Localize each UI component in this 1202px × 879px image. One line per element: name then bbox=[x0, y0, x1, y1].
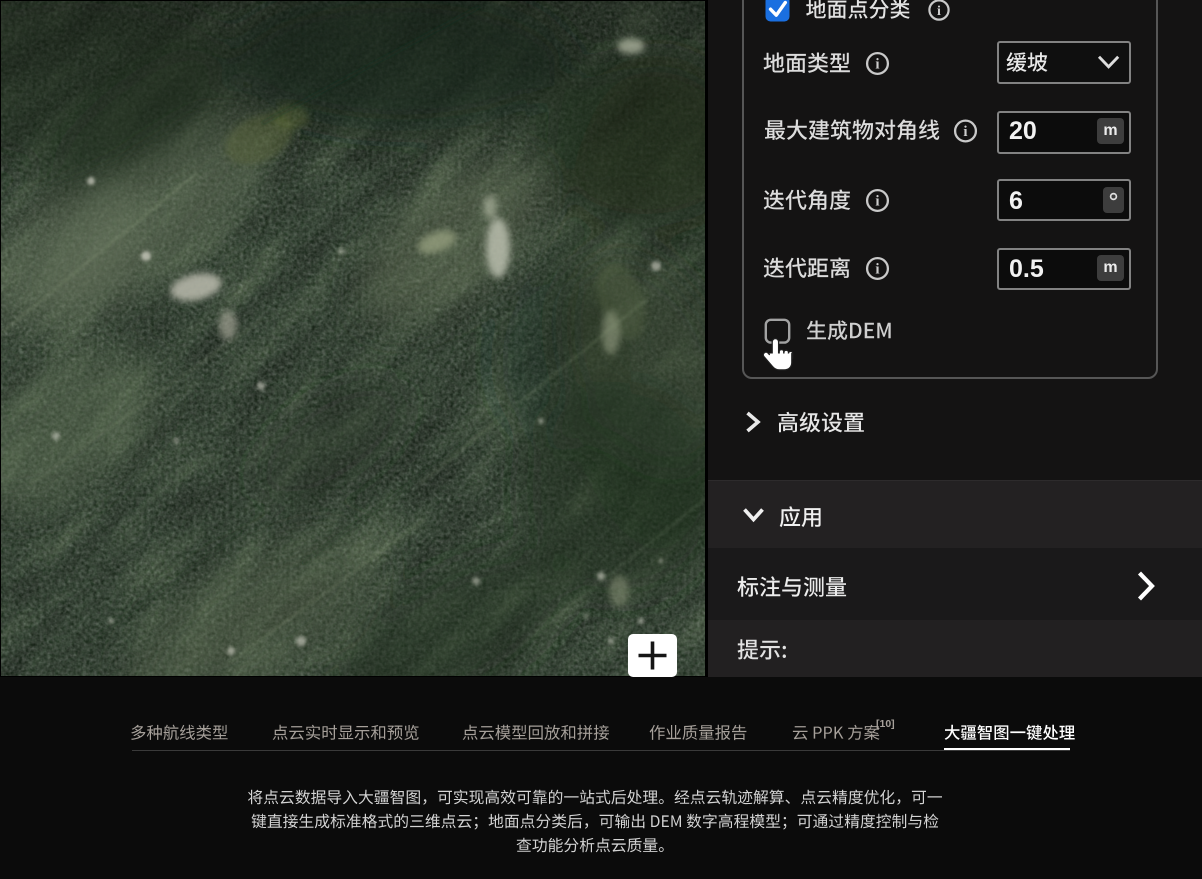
svg-text:i: i bbox=[963, 124, 967, 140]
svg-text:i: i bbox=[937, 4, 941, 19]
svg-text:i: i bbox=[875, 262, 879, 278]
svg-text:i: i bbox=[875, 57, 879, 73]
svg-text:i: i bbox=[875, 194, 879, 210]
